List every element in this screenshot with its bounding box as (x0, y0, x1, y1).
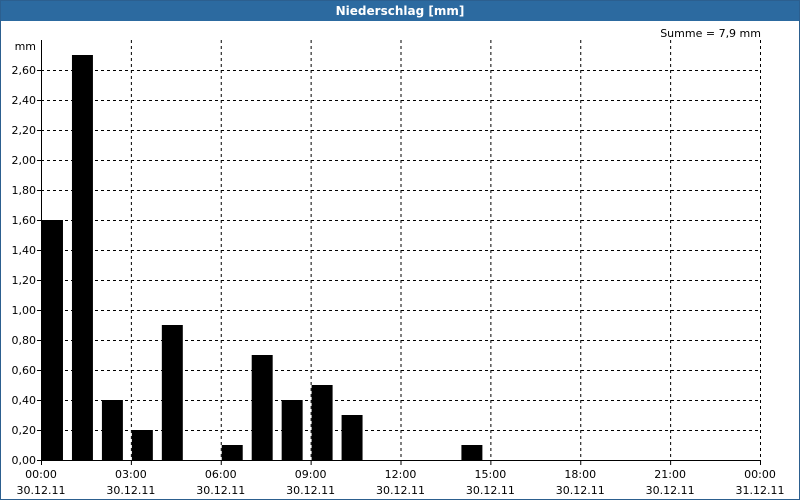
y-tick-label: 2,20 (12, 124, 37, 137)
x-tick-time: 21:00 (654, 468, 686, 481)
bar (251, 355, 273, 460)
bar (131, 430, 153, 460)
bar (281, 400, 303, 460)
x-tick-date: 30.12.11 (466, 484, 515, 497)
bar (461, 445, 483, 460)
bars (42, 55, 483, 460)
y-tick-label: 0,40 (12, 394, 37, 407)
x-tick-date: 30.12.11 (286, 484, 335, 497)
y-axis-ticks: 0,00 0,20 0,40 0,60 0,80 1,00 1,20 1,40 1,60 1,80… (12, 64, 41, 467)
bar (341, 415, 363, 460)
bar (311, 385, 333, 460)
x-tick-time: 15:00 (475, 468, 507, 481)
precipitation-chart: 0,00 0,20 0,40 0,60 0,80 1,00 1,20 1,40 1,60 1,80… (12, 40, 785, 497)
x-tick-date: 30.12.11 (196, 484, 245, 497)
grid (41, 40, 761, 460)
y-tick-label: 1,40 (12, 244, 37, 257)
x-tick-date: 30.12.11 (376, 484, 425, 497)
x-tick-date: 30.12.11 (106, 484, 155, 497)
x-tick-date: 30.12.11 (646, 484, 695, 497)
x-tick-time: 18:00 (564, 468, 596, 481)
y-tick-label: 1,20 (12, 274, 37, 287)
y-tick-label: 1,60 (12, 214, 37, 227)
x-tick-time: 06:00 (205, 468, 237, 481)
y-axis-label: mm (15, 40, 36, 53)
y-tick-label: 0,00 (12, 454, 37, 467)
bar (101, 400, 123, 460)
x-tick-date: 30.12.11 (17, 484, 66, 497)
y-tick-label: 2,40 (12, 94, 37, 107)
x-tick-time: 09:00 (295, 468, 327, 481)
y-tick-label: 0,20 (12, 424, 37, 437)
bar (221, 445, 243, 460)
y-tick-label: 1,80 (12, 184, 37, 197)
x-tick-date: 31.12.11 (736, 484, 785, 497)
y-tick-label: 2,00 (12, 154, 37, 167)
x-axis-ticks: 00:00 30.12.11 03:00 30.12.11 06:00 30.12.11 0… (17, 460, 785, 497)
y-tick-label: 0,60 (12, 364, 37, 377)
y-tick-label: 0,80 (12, 334, 37, 347)
bar (42, 220, 63, 460)
x-tick-time: 12:00 (385, 468, 417, 481)
bar (71, 55, 93, 460)
bar (161, 325, 183, 460)
x-tick-time: 03:00 (115, 468, 147, 481)
x-tick-time: 00:00 (744, 468, 776, 481)
y-tick-label: 1,00 (12, 304, 37, 317)
x-tick-date: 30.12.11 (556, 484, 605, 497)
x-tick-time: 00:00 (25, 468, 57, 481)
y-tick-label: 2,60 (12, 64, 37, 77)
